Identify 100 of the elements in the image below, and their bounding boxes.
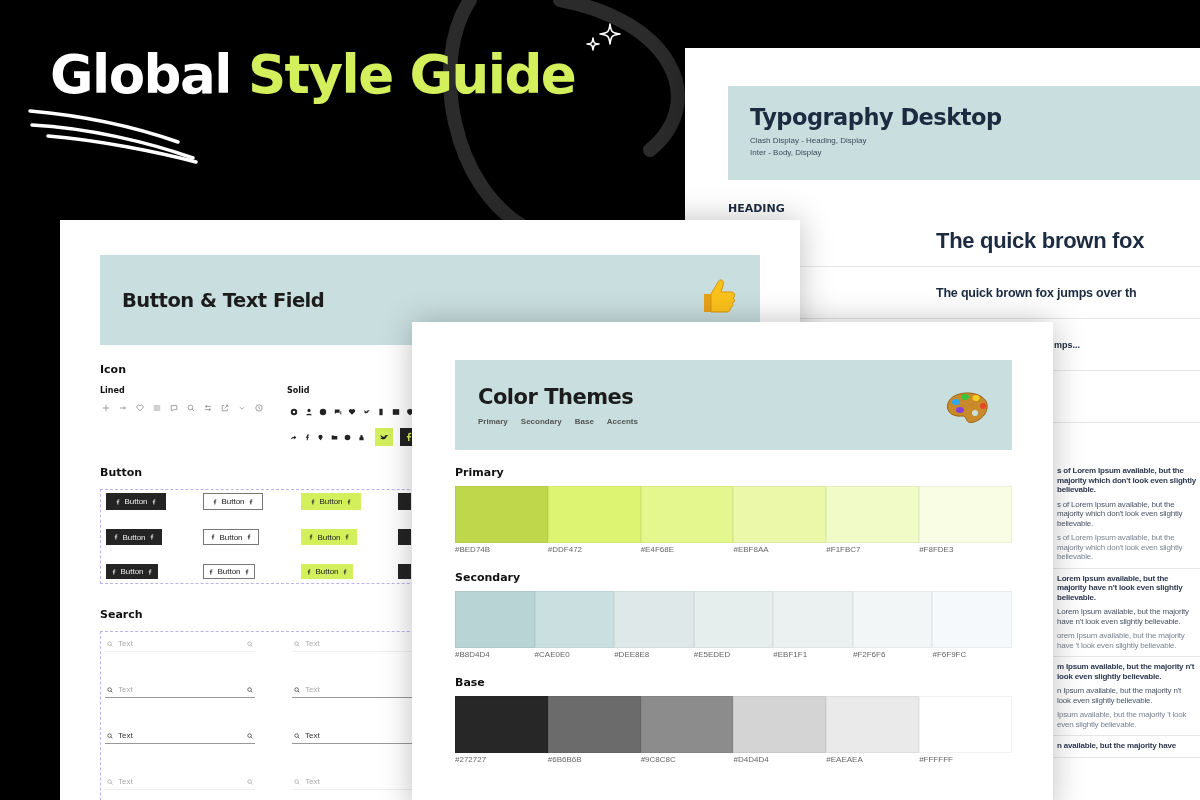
facebook-icon bbox=[310, 498, 317, 505]
facebook-icon bbox=[345, 498, 352, 505]
page-title: Color Themes bbox=[478, 384, 635, 409]
body-text: s of Lorem Ipsum available, but the majority which don't look even slightly believable. bbox=[1057, 466, 1196, 495]
search-field[interactable]: Text bbox=[105, 728, 255, 744]
facebook-icon bbox=[212, 498, 219, 505]
font-note: Clash Display - Heading, Display bbox=[750, 135, 868, 147]
share-arrow-icon bbox=[290, 433, 297, 441]
nav-link[interactable]: Primary bbox=[478, 416, 508, 426]
sample-button[interactable]: Button bbox=[106, 493, 166, 510]
hex-code: #FFFFFF bbox=[919, 755, 954, 765]
hero-title: Global Style Guide bbox=[50, 46, 576, 105]
hex-code: #EAEAEA bbox=[826, 755, 864, 765]
facebook-icon bbox=[113, 534, 120, 540]
body-text: Lorem Ipsum available, but the majority have n't look even slightly believable. bbox=[1057, 607, 1190, 626]
plus-icon bbox=[102, 404, 110, 412]
search-icon bbox=[294, 687, 300, 693]
sample-button[interactable]: Button bbox=[203, 529, 259, 545]
facebook-icon bbox=[343, 534, 350, 540]
search-icon bbox=[247, 641, 253, 647]
hex-code: #EBF8AA bbox=[733, 545, 770, 555]
person-icon bbox=[304, 408, 313, 416]
facebook-icon bbox=[210, 534, 217, 540]
sample-heading: mps... bbox=[1054, 339, 1080, 350]
hex-code: #DDF472 bbox=[547, 545, 584, 555]
section-title: Button bbox=[100, 466, 143, 479]
facebook-icon bbox=[245, 534, 252, 540]
nav-link[interactable]: Secondary bbox=[520, 416, 562, 426]
body-text: Ipsum available, but the majority 't look even slightly believable. bbox=[1057, 710, 1188, 729]
search-icon bbox=[107, 641, 113, 647]
hex-code: #272727 bbox=[455, 755, 488, 765]
search-icon bbox=[294, 641, 300, 647]
body-text: m Ipsum available, but the majority n't look even slightly believable. bbox=[1057, 662, 1196, 681]
section-label: HEADING bbox=[728, 202, 786, 215]
sample-heading: The quick brown fox bbox=[936, 227, 1145, 254]
lock-icon bbox=[357, 433, 365, 441]
facebook-icon bbox=[243, 568, 250, 575]
folder-icon bbox=[330, 433, 338, 441]
hex-code: #6B6B6B bbox=[547, 755, 583, 765]
hex-code: #F8FDE3 bbox=[919, 545, 955, 555]
search-icon bbox=[107, 779, 113, 785]
search-icon bbox=[187, 404, 195, 412]
menu-icon bbox=[153, 404, 161, 412]
bird-tile-icon bbox=[375, 428, 393, 446]
heart-icon bbox=[136, 404, 144, 412]
search-icon bbox=[247, 733, 253, 739]
palette-icon bbox=[944, 389, 990, 425]
search-field[interactable]: Text bbox=[105, 682, 255, 698]
hex-code: #F6F9FC bbox=[932, 650, 968, 660]
hex-code: #EBF1F1 bbox=[773, 650, 809, 660]
hex-code: #E5EDED bbox=[693, 650, 732, 660]
sample-button[interactable] bbox=[398, 493, 411, 510]
sample-button[interactable]: Button bbox=[301, 493, 361, 510]
facebook-icon bbox=[303, 433, 311, 441]
facebook-icon bbox=[115, 498, 122, 505]
section-title: Search bbox=[100, 608, 143, 621]
facebook-icon bbox=[150, 498, 157, 505]
body-text: s of Lorem Ipsum available, but the majority which don't look even slightly believable. bbox=[1057, 533, 1184, 562]
search-icon bbox=[294, 779, 300, 785]
search-icon bbox=[107, 687, 113, 693]
facebook-icon bbox=[247, 498, 254, 505]
image-icon bbox=[391, 408, 400, 416]
facebook-icon bbox=[148, 534, 155, 540]
hex-code: #BED74B bbox=[455, 545, 492, 555]
facebook-icon bbox=[341, 568, 348, 575]
nav-link[interactable]: Accents bbox=[606, 416, 638, 426]
sample-button[interactable] bbox=[398, 564, 411, 579]
hex-code: #E4F68E bbox=[640, 545, 675, 555]
sample-button[interactable]: Button bbox=[106, 564, 158, 579]
heart-icon bbox=[348, 408, 356, 416]
sample-button[interactable] bbox=[398, 529, 411, 545]
sparkle-icon bbox=[584, 22, 624, 54]
body-text: n available, but the majority have bbox=[1057, 741, 1178, 751]
nav-link[interactable]: Base bbox=[574, 416, 594, 426]
sample-button[interactable]: Button bbox=[106, 529, 162, 545]
hex-code: #F2F6F6 bbox=[852, 650, 887, 660]
location-pin-icon bbox=[317, 433, 324, 441]
page-title: Button & Text Field bbox=[122, 288, 325, 312]
sample-button[interactable]: Button bbox=[203, 564, 255, 579]
facebook-icon bbox=[308, 534, 315, 540]
sliders-icon bbox=[204, 404, 212, 412]
body-text: orem Ipsum available, but the majority have 't look even slightly believable. bbox=[1057, 631, 1186, 650]
section-title: Secondary bbox=[455, 571, 522, 584]
subsection-label: Solid bbox=[287, 386, 310, 395]
hex-code: #B8D4D4 bbox=[455, 650, 491, 660]
font-note: Inter - Body, Display bbox=[750, 147, 823, 159]
section-title: Base bbox=[455, 676, 486, 689]
facebook-icon bbox=[111, 568, 118, 575]
search-icon bbox=[247, 687, 253, 693]
search-icon bbox=[107, 733, 113, 739]
sample-button[interactable]: Button bbox=[301, 564, 353, 579]
facebook-icon bbox=[306, 568, 313, 575]
arrow-right-icon bbox=[119, 404, 127, 412]
page-title: Typography Desktop bbox=[750, 104, 1003, 130]
sample-heading: The quick brown fox jumps over th bbox=[936, 285, 1137, 300]
sample-button[interactable]: Button bbox=[301, 529, 357, 545]
body-text: n Ipsum available, but the majority n't look even slightly believable. bbox=[1057, 686, 1183, 705]
facebook-icon bbox=[146, 568, 153, 575]
sample-button[interactable]: Button bbox=[203, 493, 263, 510]
hex-code: #CAE0E0 bbox=[534, 650, 571, 660]
